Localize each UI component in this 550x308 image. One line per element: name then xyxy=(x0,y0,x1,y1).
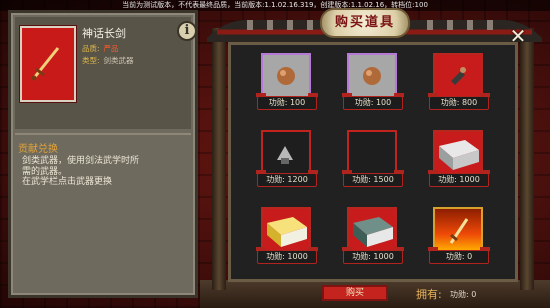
shop-item[interactable]: 功勋: 100 xyxy=(256,53,321,117)
sword-icon xyxy=(31,47,60,81)
type-label: 类型: xyxy=(82,56,100,65)
claw-weapon-icon xyxy=(277,146,293,164)
price-label: 功勋: 100 xyxy=(342,93,404,110)
item-card[interactable] xyxy=(433,207,483,253)
own-value: 功勋: 0 xyxy=(450,290,477,299)
item-name: 神话长剑 xyxy=(82,27,126,40)
shop-item-selected[interactable]: 功勋: 0 xyxy=(428,207,493,271)
shop-item[interactable]: 功勋: 1000 xyxy=(342,207,407,271)
type-value: 剑类武器 xyxy=(103,56,134,65)
shop-grid-panel: 功勋: 100 功勋: 100 功勋: 800 功勋: 1200 功勋: 150… xyxy=(228,42,518,282)
left-pillar xyxy=(212,28,226,290)
shop-item[interactable]: 功勋: 1200 xyxy=(256,130,321,194)
info-icon[interactable]: i xyxy=(177,21,197,41)
price-label: 功勋: 100 xyxy=(256,93,318,110)
item-card[interactable] xyxy=(261,53,311,99)
shop-item[interactable]: 功勋: 1000 xyxy=(256,207,321,271)
item-quality: 品质: 严品 xyxy=(82,43,119,54)
desc-line: 剑类武器，使用剑法武学时所 xyxy=(22,156,140,166)
section-title: 贡献兑换 xyxy=(18,144,58,155)
sword-icon xyxy=(449,218,469,244)
item-card[interactable] xyxy=(261,130,311,176)
item-card[interactable] xyxy=(261,207,311,253)
shop-item[interactable]: 功勋: 1500 xyxy=(342,130,407,194)
grey-book-icon xyxy=(439,140,479,170)
buy-button[interactable]: 购买 xyxy=(322,285,388,301)
own-label: 拥有: xyxy=(416,288,442,301)
quality-label: 品质: xyxy=(82,44,100,53)
right-pillar xyxy=(520,28,534,290)
price-label: 功勋: 1500 xyxy=(342,170,404,187)
shop-item[interactable]: 功勋: 1000 xyxy=(428,130,493,194)
shop-item[interactable]: 功勋: 100 xyxy=(342,53,407,117)
price-label: 功勋: 800 xyxy=(428,93,490,110)
quality-value: 严品 xyxy=(103,44,119,53)
item-card[interactable] xyxy=(433,53,483,99)
hidden-weapon-icon xyxy=(451,67,466,85)
price-label: 功勋: 1000 xyxy=(428,170,490,187)
teal-book-icon xyxy=(353,217,393,247)
shop-title: 购买道具 xyxy=(320,8,410,38)
item-header: 神话长剑 品质: 严品 类型: 剑类武器 i xyxy=(15,17,197,129)
round-bead-icon xyxy=(363,67,381,85)
item-card[interactable] xyxy=(347,130,397,176)
yellow-book-icon xyxy=(267,217,307,247)
close-icon[interactable]: ✕ xyxy=(508,26,528,46)
price-label: 功勋: 1000 xyxy=(342,247,404,264)
item-detail-panel: 神话长剑 品质: 严品 类型: 剑类武器 i 贡献兑换 剑类武器，使用剑法武学时所 … xyxy=(8,10,198,298)
divider xyxy=(15,133,191,135)
item-card[interactable] xyxy=(347,207,397,253)
item-card[interactable] xyxy=(433,130,483,176)
item-thumbnail xyxy=(20,26,76,102)
item-card[interactable] xyxy=(347,53,397,99)
round-bead-icon xyxy=(277,67,295,85)
price-label: 功勋: 1200 xyxy=(256,170,318,187)
shop-item[interactable]: 功勋: 800 xyxy=(428,53,493,117)
desc-line: 需的武器。 xyxy=(22,166,68,177)
price-label: 功勋: 1000 xyxy=(256,247,318,264)
price-label: 功勋: 0 xyxy=(428,247,490,264)
item-type: 类型: 剑类武器 xyxy=(82,55,134,66)
desc-line: 在武学栏点击武器更换 xyxy=(22,177,113,187)
item-description: 剑类武器，使用剑法武学时所 需的武器。 在武学栏点击武器更换 xyxy=(22,156,187,188)
